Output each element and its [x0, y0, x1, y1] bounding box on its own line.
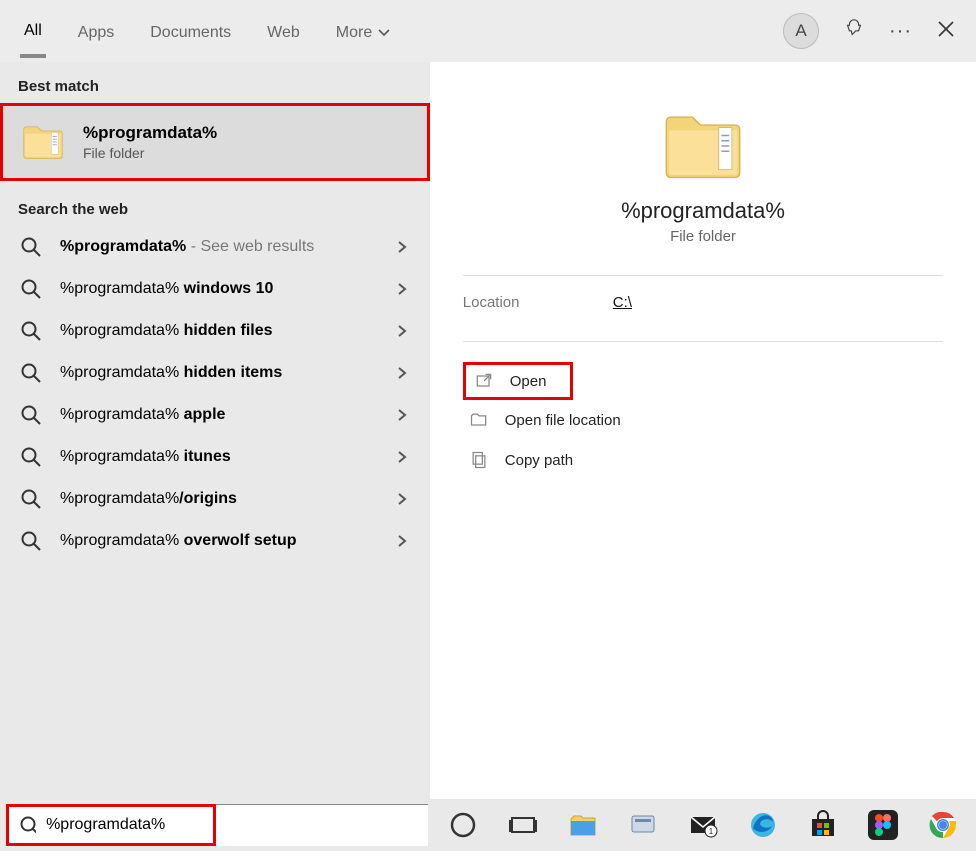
chevron-right-icon [396, 534, 410, 548]
web-result-item[interactable]: %programdata% hidden items [6, 352, 424, 394]
chevron-right-icon [396, 492, 410, 506]
edge-icon[interactable] [746, 808, 780, 842]
tab-more[interactable]: More [332, 6, 394, 56]
location-label: Location [463, 294, 613, 311]
results-pane: Best match %programdata% File folder Sea… [0, 62, 430, 799]
feedback-icon[interactable] [843, 18, 865, 45]
web-result-item[interactable]: %programdata% hidden files [6, 310, 424, 352]
preview-subtitle: File folder [670, 228, 736, 245]
search-icon [20, 530, 42, 552]
taskbar: 1 [428, 808, 976, 842]
more-options-icon[interactable]: ··· [889, 20, 912, 43]
web-result-text: %programdata% hidden files [60, 322, 396, 340]
folder-icon [661, 104, 745, 188]
best-match-label: Best match [0, 62, 430, 103]
search-icon [20, 320, 42, 342]
search-hint-extension [216, 804, 428, 846]
copy-path-action[interactable]: Copy path [463, 440, 943, 480]
preview-title: %programdata% [621, 198, 785, 224]
search-icon [20, 362, 42, 384]
chrome-icon[interactable] [926, 808, 960, 842]
best-match-result[interactable]: %programdata% File folder [0, 103, 430, 181]
web-result-text: %programdata% overwolf setup [60, 532, 396, 550]
tab-more-label: More [336, 24, 372, 42]
chevron-right-icon [396, 282, 410, 296]
tab-documents[interactable]: Documents [146, 6, 235, 56]
tab-apps[interactable]: Apps [74, 6, 118, 56]
copy-icon [469, 450, 489, 470]
web-results-list: %programdata% - See web results %programd… [0, 226, 430, 562]
web-result-text: %programdata% - See web results [60, 238, 396, 256]
microsoft-store-icon[interactable] [806, 808, 840, 842]
chevron-right-icon [396, 240, 410, 254]
location-value[interactable]: C:\ [613, 294, 632, 311]
search-web-label: Search the web [0, 185, 430, 226]
web-result-text: %programdata% hidden items [60, 364, 396, 382]
web-result-item[interactable]: %programdata% itunes [6, 436, 424, 478]
search-box[interactable] [6, 804, 216, 846]
search-icon [20, 278, 42, 300]
filter-tabs: All Apps Documents Web More [20, 4, 394, 58]
web-result-item[interactable]: %programdata% - See web results [6, 226, 424, 268]
best-match-text: %programdata% File folder [83, 123, 217, 161]
svg-text:1: 1 [709, 827, 714, 836]
folder-icon [21, 120, 65, 164]
preview-pane: %programdata% File folder Location C:\ O… [430, 62, 976, 799]
mail-icon[interactable]: 1 [686, 808, 720, 842]
web-result-item[interactable]: %programdata% overwolf setup [6, 520, 424, 562]
search-icon [19, 815, 36, 835]
web-result-item[interactable]: %programdata%/origins [6, 478, 424, 520]
open-file-location-action[interactable]: Open file location [463, 400, 943, 440]
figma-icon[interactable] [866, 808, 900, 842]
location-row: Location C:\ [463, 294, 943, 311]
app-icon-1[interactable] [626, 808, 660, 842]
folder-open-icon [469, 410, 489, 430]
user-avatar[interactable]: A [783, 13, 819, 49]
web-result-text: %programdata% apple [60, 406, 396, 424]
bottom-bar: 1 [0, 799, 976, 851]
open-icon [474, 371, 494, 391]
web-result-text: %programdata% windows 10 [60, 280, 396, 298]
open-file-location-label: Open file location [505, 412, 621, 429]
chevron-right-icon [396, 324, 410, 338]
header-actions: A ··· [783, 13, 956, 49]
web-result-text: %programdata%/origins [60, 490, 396, 508]
chevron-right-icon [396, 450, 410, 464]
file-explorer-icon[interactable] [566, 808, 600, 842]
web-result-item[interactable]: %programdata% windows 10 [6, 268, 424, 310]
web-result-text: %programdata% itunes [60, 448, 396, 466]
cortana-icon[interactable] [446, 808, 480, 842]
search-icon [20, 404, 42, 426]
preview-actions: Open Open file location Copy path [463, 362, 943, 480]
separator [463, 341, 943, 342]
best-match-subtitle: File folder [83, 145, 217, 161]
tab-all[interactable]: All [20, 4, 46, 58]
chevron-down-icon [378, 29, 390, 37]
separator [463, 275, 943, 276]
search-icon [20, 488, 42, 510]
task-view-icon[interactable] [506, 808, 540, 842]
best-match-title: %programdata% [83, 123, 217, 143]
search-header: All Apps Documents Web More A ··· [0, 0, 976, 62]
search-icon [20, 236, 42, 258]
tab-web[interactable]: Web [263, 6, 304, 56]
chevron-right-icon [396, 408, 410, 422]
search-icon [20, 446, 42, 468]
open-label: Open [510, 373, 547, 390]
copy-path-label: Copy path [505, 452, 573, 469]
search-input[interactable] [46, 816, 203, 834]
close-button[interactable] [936, 19, 956, 44]
open-action[interactable]: Open [463, 362, 573, 400]
web-result-item[interactable]: %programdata% apple [6, 394, 424, 436]
chevron-right-icon [396, 366, 410, 380]
